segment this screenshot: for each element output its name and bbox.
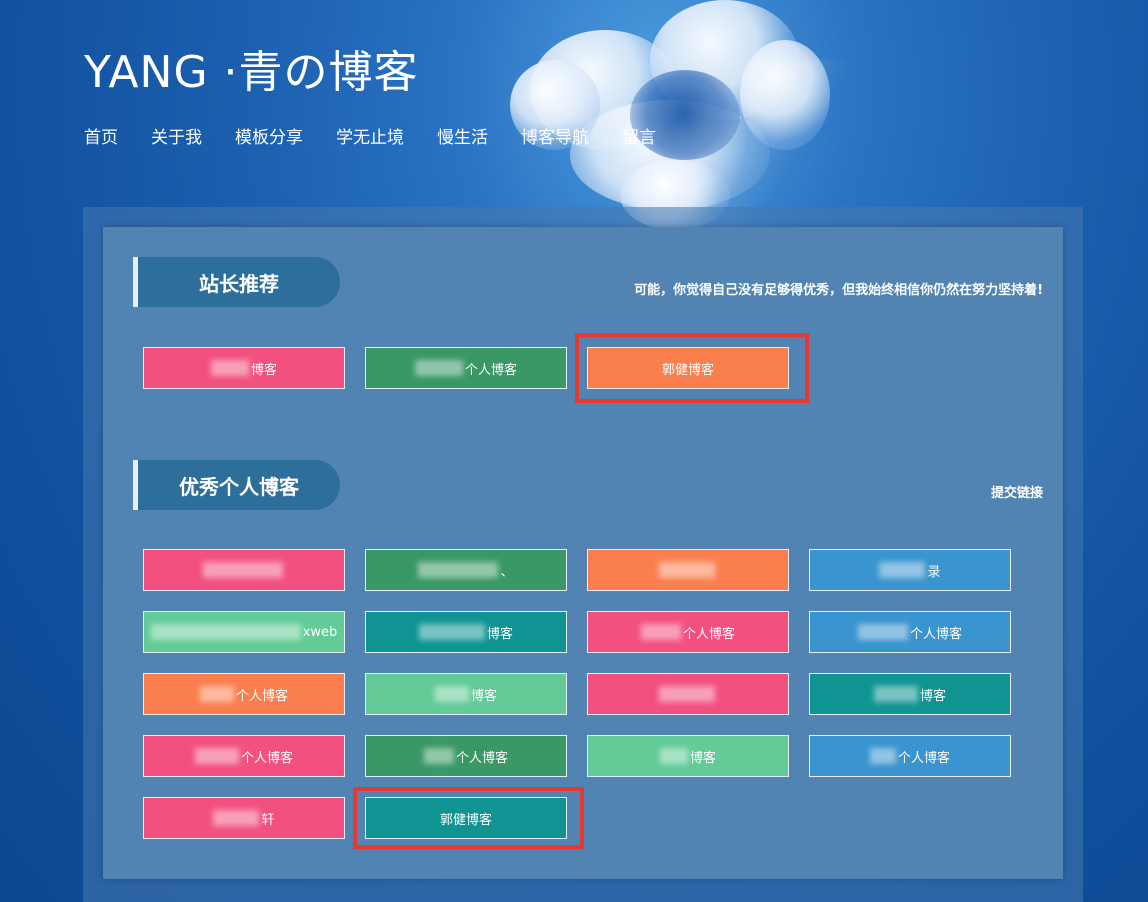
blog-link[interactable]: 博客 [587, 735, 789, 777]
nav-home[interactable]: 首页 [84, 126, 118, 150]
link-label: 博客 [486, 626, 513, 642]
redacted-text [199, 686, 234, 702]
redacted-text [659, 686, 715, 702]
site-title[interactable]: YANG ·青の博客 [84, 36, 419, 100]
link-label: 轩 [261, 812, 275, 828]
redacted-text [150, 624, 301, 640]
nav-message[interactable]: 留言 [622, 126, 656, 150]
link-label: 个人博客 [240, 750, 293, 766]
blog-link[interactable]: 个人博客 [587, 611, 789, 653]
blog-link[interactable]: 博客 [809, 673, 1011, 715]
submit-link-button[interactable]: 提交链接 [991, 482, 1043, 501]
redacted-text [873, 686, 918, 702]
link-label: 博客 [689, 750, 716, 766]
blog-link[interactable]: 个人博客 [809, 735, 1011, 777]
link-label: 个人博客 [464, 362, 517, 378]
nav-about[interactable]: 关于我 [151, 126, 202, 150]
redacted-text [879, 562, 926, 578]
blog-link[interactable]: 个人博客 [143, 673, 345, 715]
blog-link[interactable]: 个人博客 [809, 611, 1011, 653]
redacted-text [857, 624, 908, 640]
blog-link[interactable]: 个人博客 [365, 735, 567, 777]
link-label: 个人博客 [909, 626, 962, 642]
recommended-link[interactable]: 博客 [143, 347, 345, 389]
redacted-text [418, 562, 499, 578]
redacted-text [418, 624, 485, 640]
link-label: 录 [927, 564, 941, 580]
blog-link[interactable] [143, 549, 345, 591]
link-label: 博客 [470, 688, 497, 704]
redacted-text [414, 360, 463, 376]
link-label: 个人博客 [682, 626, 735, 642]
redacted-text [869, 748, 896, 764]
link-label: 个人博客 [455, 750, 508, 766]
redacted-text [423, 748, 454, 764]
redacted-text [213, 810, 260, 826]
link-label: 郭健博客 [439, 812, 492, 828]
link-label: 博客 [250, 362, 277, 378]
blog-link[interactable]: 轩 [143, 797, 345, 839]
link-label: 个人博客 [897, 750, 950, 766]
blog-link[interactable]: xweb [143, 611, 345, 653]
nav-templates[interactable]: 模板分享 [235, 126, 303, 150]
redacted-text [659, 748, 688, 764]
nav-slow-life[interactable]: 慢生活 [437, 126, 488, 150]
redacted-text [659, 562, 715, 578]
heart-cloud-image [510, 0, 830, 240]
redacted-text [640, 624, 681, 640]
redacted-text [203, 562, 283, 578]
redacted-text [210, 360, 249, 376]
link-label: 、 [500, 564, 514, 580]
blog-link[interactable]: 博客 [365, 673, 567, 715]
blog-link[interactable] [587, 549, 789, 591]
link-label: xweb [302, 624, 338, 640]
recommended-link[interactable]: 个人博客 [365, 347, 567, 389]
blog-link[interactable]: 、 [365, 549, 567, 591]
link-label: 个人博客 [235, 688, 288, 704]
main-nav: 首页 关于我 模板分享 学无止境 慢生活 博客导航 留言 [84, 126, 689, 150]
blog-link[interactable]: 郭健博客 [365, 797, 567, 839]
blog-link[interactable]: 个人博客 [143, 735, 345, 777]
blog-link[interactable]: 录 [809, 549, 1011, 591]
nav-learning[interactable]: 学无止境 [336, 126, 404, 150]
nav-blog-directory[interactable]: 博客导航 [521, 126, 589, 150]
section-title-recommended: 站长推荐 [133, 257, 340, 307]
section-title-blogs: 优秀个人博客 [133, 460, 340, 510]
section-note-recommended: 可能，你觉得自己没有足够得优秀，但我始终相信你仍然在努力坚持着! [634, 283, 1043, 298]
blog-link[interactable] [587, 673, 789, 715]
recommended-link[interactable]: 郭健博客 [587, 347, 789, 389]
redacted-text [434, 686, 469, 702]
redacted-text [194, 748, 239, 764]
link-label: 博客 [919, 688, 946, 704]
blog-link[interactable]: 博客 [365, 611, 567, 653]
link-label: 郭健博客 [661, 362, 714, 378]
